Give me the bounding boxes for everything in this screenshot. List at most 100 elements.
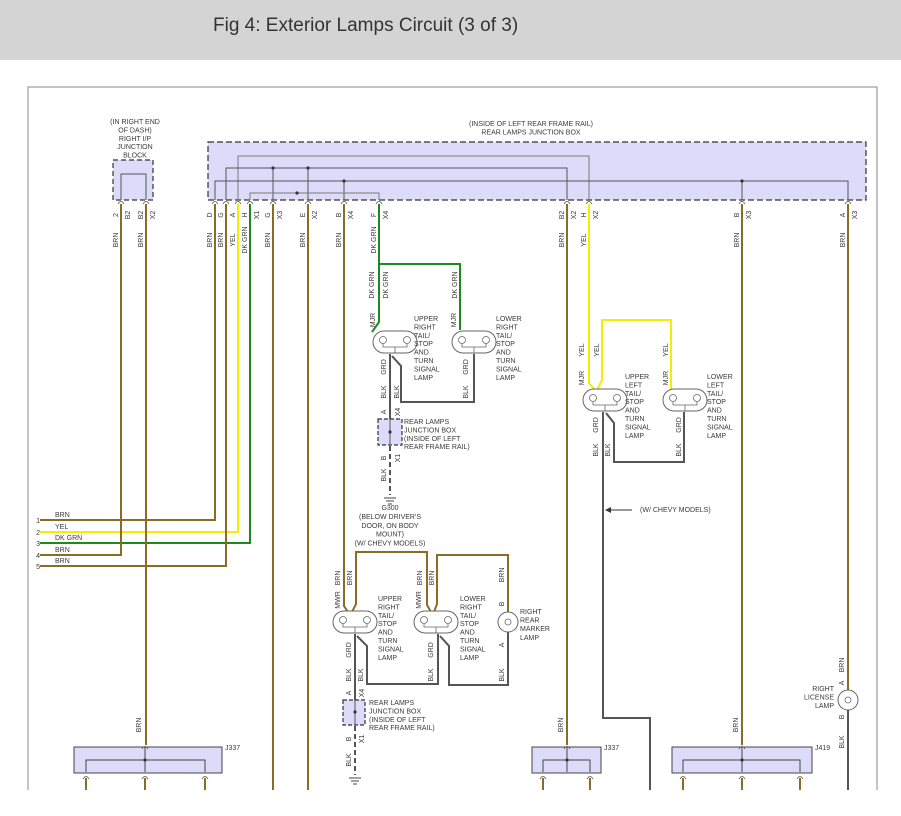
label: A — [346, 690, 353, 695]
mini-box-label: (INSIDE OF LEFT — [369, 717, 426, 724]
harness-row-number: 5 — [36, 564, 40, 571]
label: BLK — [593, 443, 600, 457]
label: MJR — [663, 371, 670, 385]
wire-dkgrn — [378, 204, 461, 330]
lamp-label: TAIL/ — [378, 613, 394, 620]
lamp-label: REAR — [520, 618, 539, 625]
label: YEL — [594, 343, 601, 356]
ip-block-label: JUNCTION — [117, 144, 152, 151]
lamp-label: AND — [414, 350, 429, 357]
label: GRD — [593, 417, 600, 433]
label: BRN — [429, 571, 436, 586]
ground-label: DOOR, ON BODY — [361, 523, 419, 530]
label: BRN — [499, 568, 506, 583]
splice-dot — [271, 166, 275, 170]
lamp-label: RIGHT — [812, 686, 835, 693]
label: MWR — [416, 591, 423, 609]
wire-blk — [605, 412, 685, 463]
label: GRD — [676, 417, 683, 433]
ground-icon — [349, 777, 361, 785]
label: YEL — [230, 233, 237, 246]
lamp-label: LOWER — [460, 596, 486, 603]
label: MJR — [370, 313, 377, 327]
lamp-label: LAMP — [815, 703, 834, 710]
harness-row-color: DK GRN — [55, 535, 82, 542]
label: DK GRN — [369, 271, 376, 298]
lamp-label: TAIL/ — [625, 391, 641, 398]
label: BLK — [605, 443, 612, 457]
label: B — [839, 714, 846, 719]
lamp-label: TURN — [460, 638, 479, 645]
splice-dot — [353, 710, 357, 714]
lamp-label: LEFT — [707, 382, 725, 389]
harness-wire-1 — [40, 204, 216, 521]
label: BLK — [499, 668, 506, 682]
label: A — [839, 680, 846, 685]
rear-box-label: (INSIDE OF LEFT REAR FRAME RAIL) — [469, 121, 593, 128]
label: BRN — [839, 658, 846, 673]
lamp-label: AND — [378, 630, 393, 637]
label: MJR — [451, 313, 458, 327]
wiring-diagram: (IN RIGHT ENDOF DASH)RIGHT I/PJUNCTIONBL… — [27, 86, 878, 790]
label: BRN — [336, 233, 343, 248]
harness-wire-2 — [40, 204, 239, 533]
label: X1 — [254, 211, 261, 220]
splice-dot — [306, 166, 310, 170]
lamp-label: TURN — [707, 416, 726, 423]
label: MJR — [579, 371, 586, 385]
label: BRN — [347, 571, 354, 586]
lamp-label: LAMP — [414, 375, 433, 382]
lamp-label: TAIL/ — [414, 333, 430, 340]
label: X1 — [359, 735, 366, 744]
label: BRN — [558, 718, 565, 733]
lamp-label: TAIL/ — [707, 391, 723, 398]
label: X2 — [593, 211, 600, 220]
lamp-label: TAIL/ — [496, 333, 512, 340]
lamp-label: RIGHT — [520, 609, 543, 616]
lamp-label: STOP — [460, 621, 479, 628]
pin-terminal-icon — [563, 201, 571, 205]
lamp-label: LOWER — [496, 316, 522, 323]
lamp-label: STOP — [378, 621, 397, 628]
label: X4 — [395, 408, 402, 417]
lamp-label: RIGHT — [460, 604, 483, 611]
connector-id: J337 — [225, 745, 240, 752]
harness-row-color: YEL — [55, 524, 68, 531]
label: B2 — [559, 211, 566, 220]
label: YEL — [663, 343, 670, 356]
label: 2 — [113, 213, 120, 217]
label: X4 — [348, 211, 355, 220]
lamp-label: LOWER — [707, 374, 733, 381]
harness-row-number: 2 — [36, 530, 40, 537]
label: BRN — [734, 233, 741, 248]
label: B — [346, 736, 353, 741]
lamp-label: AND — [496, 350, 511, 357]
connector-id: J337 — [604, 745, 619, 752]
lamp-label: TURN — [496, 358, 515, 365]
pin-terminal-icon — [117, 201, 125, 205]
lamp-label: TURN — [414, 358, 433, 365]
lamp-label: RIGHT — [496, 324, 519, 331]
ground-label: MOUNT) — [376, 532, 404, 539]
lamp-label: STOP — [707, 399, 726, 406]
ip-block-label: (IN RIGHT END — [110, 119, 160, 126]
label: BRN — [218, 233, 225, 248]
splice-dot — [388, 430, 392, 434]
lamp-label: SIGNAL — [625, 424, 651, 431]
label: BRN — [840, 233, 847, 248]
ip-block-label: OF DASH) — [118, 127, 151, 134]
label: X2 — [571, 211, 578, 220]
label: X1 — [395, 454, 402, 463]
lamp-label: LAMP — [707, 433, 726, 440]
harness-row-number: 4 — [36, 553, 40, 560]
lamp-label: RIGHT — [378, 604, 401, 611]
pin-terminal-icon — [304, 201, 312, 205]
label: G — [218, 212, 225, 217]
label: BRN — [113, 233, 120, 248]
lamp-label: LAMP — [496, 375, 515, 382]
harness-wire-4 — [40, 204, 122, 556]
harness-row-number: 1 — [36, 518, 40, 525]
label: YEL — [579, 343, 586, 356]
label: DK GRN — [242, 226, 249, 253]
label: GRD — [346, 642, 353, 658]
